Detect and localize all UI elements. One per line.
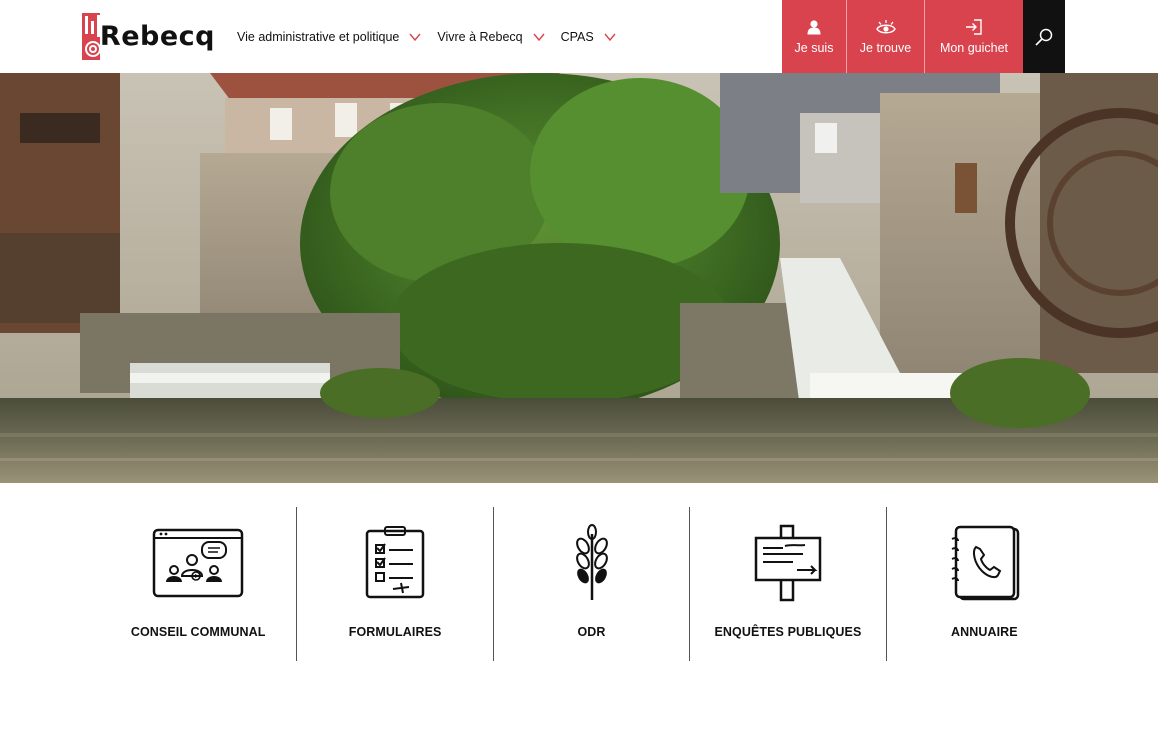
- tile-odr[interactable]: ODR: [492, 507, 689, 661]
- mon-guichet-label: Mon guichet: [939, 40, 1009, 55]
- je-suis-label: Je suis: [794, 40, 834, 55]
- nav-item-label: CPAS: [560, 29, 594, 44]
- tile-enquetes-publiques[interactable]: ENQUÊTES PUBLIQUES: [689, 507, 885, 661]
- video-meeting-icon: [150, 523, 246, 603]
- eye-icon: [875, 19, 896, 33]
- quick-links: Je suis Je trouve Mon guichet: [782, 0, 1065, 73]
- tile-label: ENQUÊTES PUBLIQUES: [714, 625, 862, 639]
- nav-item-vie-administrative[interactable]: Vie administrative et politique: [237, 30, 421, 44]
- person-icon: [807, 19, 821, 34]
- search-button[interactable]: [1023, 0, 1065, 73]
- logo-text: Rebecq: [99, 21, 215, 52]
- hero-image: [0, 73, 1158, 483]
- tile-label: ODR: [577, 625, 606, 639]
- nav-item-vivre-a-rebecq[interactable]: Vivre à Rebecq: [437, 29, 545, 44]
- logo[interactable]: Rebecq: [82, 13, 215, 60]
- search-icon: [1035, 28, 1053, 46]
- je-trouve-label: Je trouve: [859, 40, 912, 55]
- signboard-icon: [740, 523, 836, 603]
- address-book-icon: [936, 523, 1032, 603]
- main-nav: Vie administrative et politique Vivre à …: [237, 0, 632, 73]
- chevron-down-icon: [533, 33, 545, 41]
- tile-conseil-communal[interactable]: CONSEIL COMMUNAL: [100, 507, 296, 661]
- chevron-down-icon: [409, 33, 421, 41]
- tile-formulaires[interactable]: FORMULAIRES: [296, 507, 492, 661]
- chevron-down-icon: [604, 33, 616, 41]
- mon-guichet-button[interactable]: Mon guichet: [925, 0, 1023, 73]
- tile-annuaire[interactable]: ANNUAIRE: [885, 507, 1082, 661]
- wheat-icon: [544, 523, 640, 603]
- tile-label: FORMULAIRES: [348, 625, 442, 639]
- login-icon: [966, 18, 982, 35]
- shortcut-tiles: CONSEIL COMMUNAL FORMULAIRES ODR ENQUÊTE…: [100, 507, 1082, 661]
- logo-mark: [82, 13, 100, 60]
- nav-item-cpas[interactable]: CPAS: [561, 30, 616, 44]
- nav-item-label: Vivre à Rebecq: [437, 29, 523, 44]
- je-trouve-button[interactable]: Je trouve: [847, 0, 925, 73]
- site-header: Rebecq Vie administrative et politique V…: [0, 0, 1158, 73]
- je-suis-button[interactable]: Je suis: [782, 0, 847, 73]
- checklist-icon: [347, 523, 443, 603]
- tile-label: CONSEIL COMMUNAL: [130, 625, 266, 639]
- nav-item-label: Vie administrative et politique: [237, 29, 400, 44]
- tile-label: ANNUAIRE: [950, 625, 1018, 639]
